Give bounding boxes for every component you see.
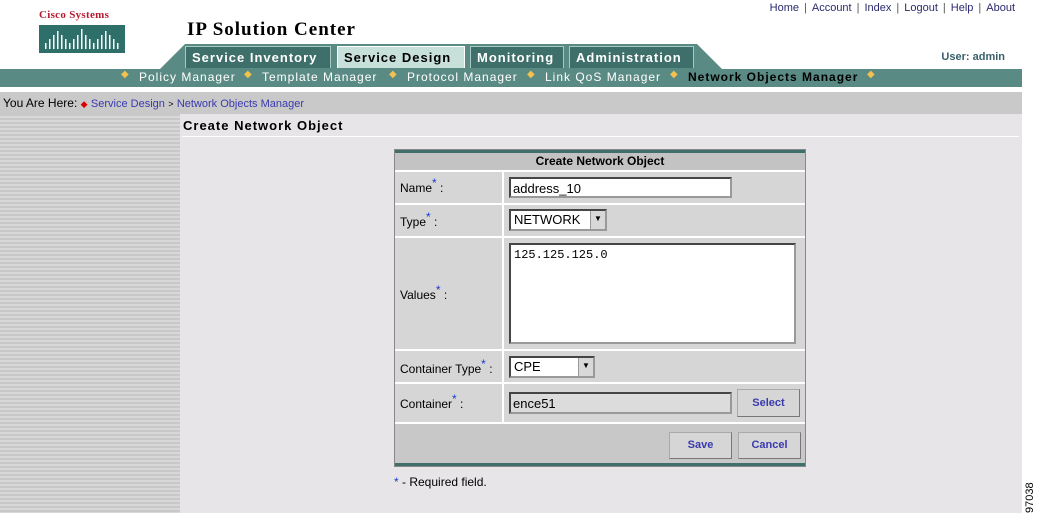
separator: | xyxy=(978,2,982,14)
required-star: * xyxy=(426,210,431,224)
logout-link[interactable]: Logout xyxy=(904,2,938,14)
figure-id: 97038 xyxy=(1024,482,1036,513)
container-type-select[interactable]: CPE ▼ xyxy=(509,356,595,378)
container-label: Container* : xyxy=(395,384,502,422)
breadcrumb-network-objects-manager[interactable]: Network Objects Manager xyxy=(177,98,304,110)
colon: : xyxy=(434,215,438,229)
colon: : xyxy=(460,397,464,411)
form-footer: Save Cancel xyxy=(395,424,805,466)
separator: | xyxy=(856,2,860,14)
subnav-link-qos-manager[interactable]: Link QoS Manager xyxy=(545,70,661,84)
separator: | xyxy=(896,2,900,14)
subnav-network-objects-manager[interactable]: Network Objects Manager xyxy=(688,70,858,84)
subnav-template-manager[interactable]: Template Manager xyxy=(262,70,377,84)
container-type-field-cell: CPE ▼ xyxy=(504,351,805,382)
type-label: Type* : xyxy=(395,205,502,236)
breadcrumb-bullet-icon: ◆ xyxy=(80,99,88,109)
about-link[interactable]: About xyxy=(986,2,1015,14)
tab-bar-left-edge xyxy=(160,44,185,69)
values-label-text: Values xyxy=(400,288,436,302)
required-star: * xyxy=(452,392,457,406)
breadcrumb-arrow-icon: > xyxy=(168,99,174,109)
colon: : xyxy=(489,362,493,376)
required-field-note: * - Required field. xyxy=(394,475,487,489)
form-header: Create Network Object xyxy=(395,150,805,170)
name-input[interactable]: address_10 xyxy=(509,177,732,198)
page-title: Create Network Object xyxy=(183,118,344,133)
required-star: * xyxy=(435,283,441,297)
name-label-text: Name xyxy=(400,181,433,195)
type-select-value: NETWORK xyxy=(514,212,581,227)
container-field-cell: ence51 Select xyxy=(504,384,805,422)
required-note-text: - Required field. xyxy=(402,475,487,489)
left-panel xyxy=(0,114,180,513)
index-link[interactable]: Index xyxy=(864,2,891,14)
colon: : xyxy=(443,288,448,302)
container-type-label: Container Type* : xyxy=(395,351,502,382)
required-star: * xyxy=(394,475,399,489)
bullet-icon: ◆ xyxy=(670,69,679,80)
name-field-cell: address_10 xyxy=(504,172,805,203)
create-network-object-form: Create Network Object Name* : address_10… xyxy=(394,149,806,467)
required-star: * xyxy=(481,357,486,371)
bullet-icon: ◆ xyxy=(527,69,536,80)
account-link[interactable]: Account xyxy=(812,2,852,14)
top-links: Home | Account | Index | Logout | Help | About xyxy=(770,2,1015,14)
separator: | xyxy=(804,2,807,14)
values-textarea[interactable]: 125.125.125.0 xyxy=(509,243,796,344)
cisco-logo: Cisco Systems xyxy=(39,9,125,53)
bullet-icon: ◆ xyxy=(244,69,253,80)
values-label: Values* : xyxy=(395,238,502,349)
tab-service-inventory[interactable]: Service Inventory xyxy=(185,46,331,68)
subnav-protocol-manager[interactable]: Protocol Manager xyxy=(407,70,518,84)
title-divider xyxy=(182,136,1019,137)
app-title: IP Solution Center xyxy=(187,19,356,40)
type-label-text: Type xyxy=(400,215,427,229)
type-field-cell: NETWORK ▼ xyxy=(504,205,805,236)
bullet-icon: ◆ xyxy=(389,69,398,80)
tab-service-design[interactable]: Service Design xyxy=(337,46,465,68)
sub-navigation: ◆ Policy Manager ◆ Template Manager ◆ Pr… xyxy=(0,69,1022,87)
cisco-bars-icon xyxy=(39,25,125,53)
home-link[interactable]: Home xyxy=(770,2,799,14)
select-button[interactable]: Select xyxy=(737,389,800,417)
name-label: Name* : xyxy=(395,172,502,203)
container-input: ence51 xyxy=(509,392,732,414)
breadcrumb: You Are Here: ◆ Service Design > Network… xyxy=(3,96,304,110)
container-label-text: Container xyxy=(400,397,453,411)
tab-monitoring[interactable]: Monitoring xyxy=(470,46,564,68)
container-type-select-value: CPE xyxy=(514,359,541,374)
breadcrumb-service-design[interactable]: Service Design xyxy=(91,98,165,110)
separator: | xyxy=(942,2,946,14)
user-label: User: admin xyxy=(941,51,1005,63)
colon: : xyxy=(440,181,444,195)
bullet-icon: ◆ xyxy=(121,69,130,80)
tab-administration[interactable]: Administration xyxy=(569,46,694,68)
tab-bar-right-edge xyxy=(697,44,722,69)
chevron-down-icon: ▼ xyxy=(590,211,605,229)
chevron-down-icon: ▼ xyxy=(578,358,593,376)
container-type-label-text: Container Type xyxy=(400,362,482,376)
cancel-button[interactable]: Cancel xyxy=(738,432,801,459)
type-select[interactable]: NETWORK ▼ xyxy=(509,209,607,231)
required-star: * xyxy=(432,176,437,190)
logo-text: Cisco Systems xyxy=(39,9,110,21)
breadcrumb-prefix: You Are Here: xyxy=(3,96,78,110)
bullet-icon: ◆ xyxy=(867,69,876,80)
values-field-cell: 125.125.125.0 xyxy=(504,238,805,349)
subnav-policy-manager[interactable]: Policy Manager xyxy=(139,70,236,84)
save-button[interactable]: Save xyxy=(669,432,732,459)
help-link[interactable]: Help xyxy=(951,2,974,14)
